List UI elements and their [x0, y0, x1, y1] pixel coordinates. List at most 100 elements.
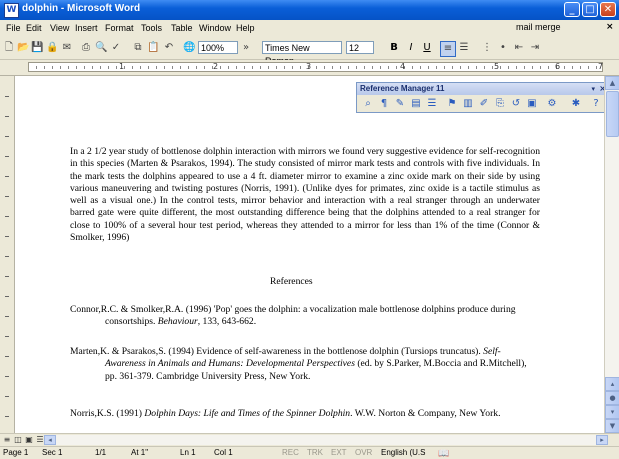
horizontal-scrollbar[interactable]: ≡ ◫ ▣ ☰ ◂ ▸ [0, 433, 619, 446]
reference-manager-title[interactable]: Reference Manager 11 [357, 83, 609, 95]
print-layout-icon[interactable]: ▣ [24, 435, 34, 445]
italic-button[interactable]: I [405, 41, 417, 55]
font-size-select[interactable]: 12 [346, 41, 374, 54]
unformat-icon[interactable]: ↺ [509, 97, 523, 111]
reference-text: Connor,R.C. & Smolker,R.A. (1996) 'Pop' … [70, 304, 516, 328]
status-ovr[interactable]: OVR [355, 448, 372, 457]
status-ext[interactable]: EXT [331, 448, 347, 457]
decrease-indent-icon[interactable]: ⇤ [513, 41, 525, 55]
menu-tools[interactable]: Tools [141, 23, 162, 33]
vertical-scrollbar[interactable]: ▲ ▴ ● ▾ ▼ [604, 76, 619, 433]
word-doc-icon[interactable]: W [4, 3, 19, 18]
zoom-select[interactable]: 100% [198, 41, 238, 54]
minimize-icon[interactable]: _ [564, 2, 580, 17]
ask-question-box[interactable]: mail merge [516, 22, 561, 32]
cite-while-you-write-icon[interactable]: ✐ [477, 97, 491, 111]
menu-view[interactable]: View [50, 23, 69, 33]
settings-icon[interactable]: ✱ [569, 97, 583, 111]
list-icon[interactable]: ☰ [425, 97, 439, 111]
undo-icon[interactable]: ↶ [163, 41, 175, 55]
print-icon[interactable]: ⎙ [80, 41, 92, 55]
paste-icon[interactable]: 📋 [147, 41, 159, 55]
preferences-icon[interactable]: ⚙ [545, 97, 559, 111]
body-paragraph[interactable]: In a 2 1/2 year study of bottlenose dolp… [70, 146, 540, 244]
next-page-icon[interactable]: ▾ [605, 405, 619, 419]
status-at: At 1" [131, 448, 149, 457]
spelling-icon[interactable]: ✓ [110, 41, 122, 55]
copy-icon[interactable]: ⧉ [132, 41, 144, 55]
bold-button[interactable]: B [388, 41, 400, 55]
generate-bibliography-icon[interactable]: ⚑ [445, 97, 459, 111]
ruler-number: 6 [555, 62, 561, 71]
ruler-number: 7 [598, 62, 604, 71]
ruler-number: 4 [400, 62, 406, 71]
save-icon[interactable]: ▣ [525, 97, 539, 111]
reference-italic-text: Behaviour [157, 316, 198, 328]
insert-citation-icon[interactable]: ¶ [377, 97, 391, 111]
edit-citation-icon[interactable]: ✎ [393, 97, 407, 111]
document-close-icon[interactable]: × [606, 22, 614, 32]
select-browse-object-icon[interactable]: ● [605, 391, 619, 405]
reference-entry[interactable]: Norris,K.S. (1991) Dolphin Days: Life an… [70, 408, 540, 420]
menu-help[interactable]: Help [236, 23, 255, 33]
increase-indent-icon[interactable]: ⇥ [529, 41, 541, 55]
align-left-icon[interactable]: ≡ [440, 41, 456, 57]
new-document-icon[interactable]: 🗋 [3, 41, 15, 55]
reference-entry[interactable]: Marten,K. & Psarakos,S. (1994) Evidence … [70, 346, 540, 383]
menu-window[interactable]: Window [199, 23, 231, 33]
open-icon[interactable]: 📂 [17, 41, 29, 55]
vertical-ruler[interactable] [0, 76, 15, 433]
scroll-right-icon[interactable]: ▸ [596, 435, 608, 445]
database-icon[interactable]: ▥ [461, 97, 475, 111]
numbering-icon[interactable]: ⋮ [481, 41, 493, 55]
window-title: dolphin - Microsoft Word [22, 3, 141, 14]
email-icon[interactable]: ✉ [61, 41, 73, 55]
underline-button[interactable]: U [421, 41, 433, 55]
help-icon[interactable]: ? [589, 97, 603, 111]
menu-format[interactable]: Format [105, 23, 134, 33]
justify-icon[interactable]: ☰ [458, 41, 470, 55]
references-icon[interactable]: ⎘ [493, 97, 507, 111]
status-trk[interactable]: TRK [307, 448, 323, 457]
status-column: Col 1 [214, 448, 233, 457]
normal-view-icon[interactable]: ≡ [2, 435, 12, 445]
close-icon[interactable]: ✕ [600, 2, 616, 17]
status-rec[interactable]: REC [282, 448, 299, 457]
permission-icon[interactable]: 🔒 [46, 41, 58, 55]
menu-insert[interactable]: Insert [75, 23, 98, 33]
status-language: English (U.S [381, 448, 426, 457]
ruler-number: 1 [119, 62, 125, 71]
menu-table[interactable]: Table [171, 23, 193, 33]
reference-entry[interactable]: Connor,R.C. & Smolker,R.A. (1996) 'Pop' … [70, 304, 540, 329]
font-name-select[interactable]: Times New Roman [262, 41, 342, 66]
scroll-thumb[interactable] [606, 91, 619, 137]
toolbar-options-icon[interactable]: » [241, 41, 251, 55]
ruler-number: 3 [306, 62, 312, 71]
scroll-left-icon[interactable]: ◂ [44, 435, 56, 445]
menu-file[interactable]: File [6, 23, 21, 33]
print-preview-icon[interactable]: 🔍 [95, 41, 107, 55]
reference-italic-text: Dolphin Days: Life and Times of the Spin… [144, 408, 351, 419]
web-layout-icon[interactable]: ◫ [13, 435, 23, 445]
format-bibliography-icon[interactable]: ▤ [409, 97, 423, 111]
scroll-down-icon[interactable]: ▼ [605, 419, 619, 433]
status-page: Page 1 [3, 448, 29, 457]
reference-text: Marten,K. & Psarakos,S. (1994) Evidence … [70, 346, 484, 357]
toolbar-options-icon[interactable]: ▾ [591, 83, 595, 95]
horizontal-scroll-track[interactable] [56, 435, 596, 445]
reference-manager-toolbar[interactable]: Reference Manager 11 ▾ × ⌕ ¶ ✎ ▤ ☰ ⚑ ▥ ✐… [356, 82, 610, 113]
reference-text: . W.W. Norton & Company, New York. [350, 408, 501, 419]
document-page[interactable]: In a 2 1/2 year study of bottlenose dolp… [15, 76, 604, 433]
insert-hyperlink-icon[interactable]: 🌐 [183, 41, 195, 55]
previous-page-icon[interactable]: ▴ [605, 377, 619, 391]
references-heading[interactable]: References [270, 276, 313, 287]
find-reference-icon[interactable]: ⌕ [361, 97, 375, 111]
menu-edit[interactable]: Edit [26, 23, 42, 33]
status-line: Ln 1 [180, 448, 196, 457]
save-icon[interactable]: 💾 [31, 41, 43, 55]
spelling-status-icon[interactable]: 📖 [438, 448, 449, 459]
maximize-icon[interactable]: □ [582, 2, 598, 17]
bullets-icon[interactable]: • [497, 41, 509, 55]
scroll-up-icon[interactable]: ▲ [605, 76, 619, 90]
horizontal-ruler[interactable]: 1 2 3 4 5 6 7 [0, 60, 619, 76]
